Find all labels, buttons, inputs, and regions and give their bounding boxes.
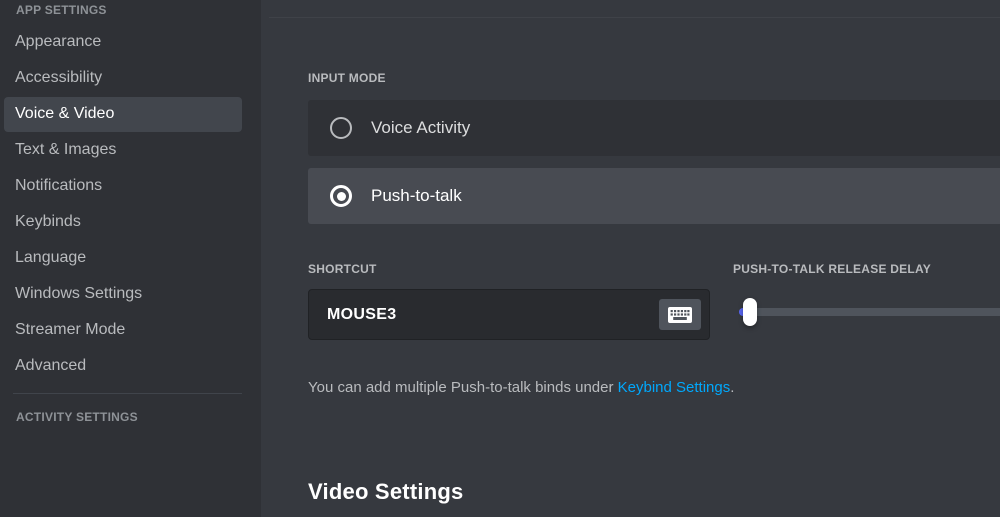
sidebar-item-language[interactable]: Language	[4, 241, 242, 276]
sidebar-header-app-settings: APP SETTINGS	[16, 3, 107, 17]
sidebar-item-label: Accessibility	[15, 69, 103, 86]
sidebar-item-label: Advanced	[15, 357, 87, 374]
sidebar-item-label: Appearance	[15, 33, 102, 50]
keybind-settings-link[interactable]: Keybind Settings	[618, 379, 731, 396]
push-to-talk-release-delay-label: PUSH-TO-TALK RELEASE DELAY	[733, 262, 932, 276]
content-top-divider	[269, 17, 1000, 18]
push-to-talk-release-delay-slider[interactable]	[733, 298, 1000, 326]
sidebar-divider	[13, 393, 242, 394]
shortcut-value: MOUSE3	[327, 305, 397, 323]
sidebar-item-label: Notifications	[15, 177, 103, 194]
push-to-talk-helper-text: You can add multiple Push-to-talk binds …	[308, 378, 734, 398]
helper-text-after: .	[730, 379, 735, 396]
input-mode-option-push-to-talk[interactable]: Push-to-talk	[308, 168, 1000, 224]
sidebar-item-notifications[interactable]: Notifications	[4, 169, 242, 204]
slider-track[interactable]	[739, 308, 1000, 316]
sidebar-item-label: Streamer Mode	[15, 321, 126, 338]
shortcut-input[interactable]: MOUSE3	[308, 289, 710, 340]
video-settings-heading: Video Settings	[308, 479, 464, 505]
settings-content-panel: INPUT MODE Voice Activity Push-to-talk S…	[261, 0, 1000, 517]
radio-unselected-icon	[330, 117, 352, 139]
sidebar-item-label: Windows Settings	[15, 285, 143, 302]
sidebar-header-activity-settings: ACTIVITY SETTINGS	[16, 410, 138, 424]
sidebar-item-label: Keybinds	[15, 213, 81, 230]
shortcut-label: SHORTCUT	[308, 262, 377, 276]
sidebar-item-advanced[interactable]: Advanced	[4, 349, 242, 384]
input-mode-option-label: Voice Activity	[371, 118, 471, 137]
radio-selected-icon	[330, 185, 352, 207]
discord-user-settings: APP SETTINGS Appearance Accessibility Vo…	[0, 0, 1000, 517]
sidebar-item-voice-and-video[interactable]: Voice & Video	[4, 97, 242, 132]
sidebar-item-label: Text & Images	[15, 141, 117, 158]
slider-thumb[interactable]	[743, 298, 757, 326]
settings-sidebar: APP SETTINGS Appearance Accessibility Vo…	[0, 0, 261, 517]
sidebar-item-label: Language	[15, 249, 87, 266]
sidebar-item-windows-settings[interactable]: Windows Settings	[4, 277, 242, 312]
sidebar-item-accessibility[interactable]: Accessibility	[4, 61, 242, 96]
sidebar-scroll-content: APP SETTINGS Appearance Accessibility Vo…	[0, 0, 261, 431]
input-mode-label: INPUT MODE	[308, 71, 386, 85]
sidebar-item-label: Voice & Video	[15, 105, 115, 122]
sidebar-item-appearance[interactable]: Appearance	[4, 25, 242, 60]
sidebar-item-text-and-images[interactable]: Text & Images	[4, 133, 242, 168]
keyboard-icon[interactable]	[659, 299, 701, 330]
input-mode-option-voice-activity[interactable]: Voice Activity	[308, 100, 1000, 156]
sidebar-item-streamer-mode[interactable]: Streamer Mode	[4, 313, 242, 348]
input-mode-option-label: Push-to-talk	[371, 186, 462, 205]
sidebar-item-keybinds[interactable]: Keybinds	[4, 205, 242, 240]
helper-text-before: You can add multiple Push-to-talk binds …	[308, 379, 618, 396]
